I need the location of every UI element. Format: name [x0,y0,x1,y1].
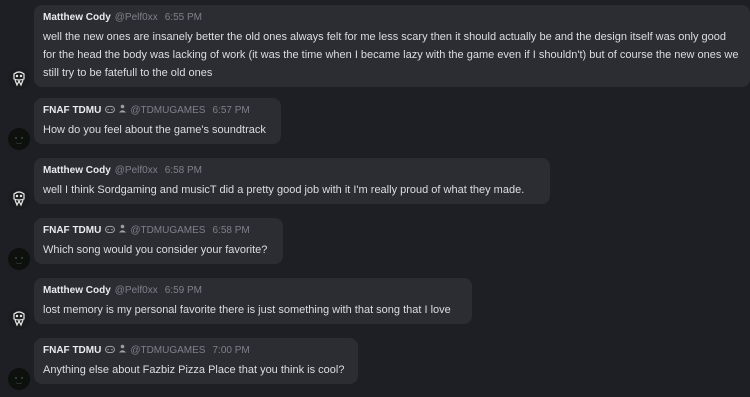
chat-message: FNAF TDMU @TDMUGAMES 7:00 PM Anything el… [0,330,750,397]
dark-animatronic-icon [8,128,30,150]
message-bubble: Matthew Cody @Pelf0xx 6:58 PM well I thi… [34,158,550,204]
bot-badge-icon [118,224,127,237]
avatar[interactable] [8,68,30,90]
timestamp: 6:59 PM [164,285,202,296]
message-text: well I think Sordgaming and musicT did a… [43,184,525,196]
message-header: Matthew Cody @Pelf0xx 6:59 PM [43,284,463,297]
user-handle: @TDMUGAMES [130,105,206,116]
controller-badge-icon [105,344,116,357]
message-header: Matthew Cody @Pelf0xx 6:55 PM [43,11,741,24]
avatar[interactable] [8,128,30,150]
message-text: lost memory is my personal favorite ther… [43,304,451,316]
user-handle: @Pelf0xx [114,285,158,296]
user-handle: @Pelf0xx [114,12,158,23]
username[interactable]: FNAF TDMU [43,224,101,237]
bot-badge-icon [118,104,127,117]
avatar[interactable] [8,368,30,390]
username[interactable]: Matthew Cody [43,284,111,297]
timestamp: 6:58 PM [212,225,250,236]
timestamp: 6:57 PM [212,105,250,116]
message-text: How do you feel about the game's soundtr… [43,124,266,136]
avatar[interactable] [8,248,30,270]
message-bubble: FNAF TDMU @TDMUGAMES 6:57 PM How do you … [34,98,281,144]
user-handle: @TDMUGAMES [130,345,206,356]
message-header: Matthew Cody @Pelf0xx 6:58 PM [43,164,541,177]
controller-badge-icon [105,104,116,117]
skull-doodle-icon [8,308,30,330]
message-text: Anything else about Fazbiz Pizza Place t… [43,364,345,376]
username[interactable]: Matthew Cody [43,164,111,177]
controller-badge-icon [105,224,116,237]
message-bubble: Matthew Cody @Pelf0xx 6:55 PM well the n… [34,5,750,87]
avatar[interactable] [8,308,30,330]
user-handle: @Pelf0xx [114,165,158,176]
chat-transcript: Matthew Cody @Pelf0xx 6:55 PM well the n… [0,0,750,397]
chat-message: FNAF TDMU @TDMUGAMES 6:57 PM How do you … [0,90,750,150]
dark-animatronic-icon [8,248,30,270]
skull-doodle-icon [8,188,30,210]
message-bubble: FNAF TDMU @TDMUGAMES 6:58 PM Which song … [34,218,283,264]
message-text: well the new ones are insanely better th… [43,31,739,79]
message-header: FNAF TDMU @TDMUGAMES 6:57 PM [43,104,272,117]
chat-message: Matthew Cody @Pelf0xx 6:58 PM well I thi… [0,150,750,210]
chat-message: Matthew Cody @Pelf0xx 6:55 PM well the n… [0,0,750,90]
skull-doodle-icon [8,68,30,90]
message-header: FNAF TDMU @TDMUGAMES 7:00 PM [43,344,349,357]
username[interactable]: FNAF TDMU [43,104,101,117]
message-bubble: Matthew Cody @Pelf0xx 6:59 PM lost memor… [34,278,472,324]
dark-animatronic-icon [8,368,30,390]
timestamp: 6:55 PM [164,12,202,23]
timestamp: 6:58 PM [164,165,202,176]
chat-message: Matthew Cody @Pelf0xx 6:59 PM lost memor… [0,270,750,330]
message-header: FNAF TDMU @TDMUGAMES 6:58 PM [43,224,274,237]
user-handle: @TDMUGAMES [130,225,206,236]
username[interactable]: FNAF TDMU [43,344,101,357]
timestamp: 7:00 PM [212,345,250,356]
message-text: Which song would you consider your favor… [43,244,268,256]
bot-badge-icon [118,344,127,357]
username[interactable]: Matthew Cody [43,11,111,24]
avatar[interactable] [8,188,30,210]
message-bubble: FNAF TDMU @TDMUGAMES 7:00 PM Anything el… [34,338,358,384]
chat-message: FNAF TDMU @TDMUGAMES 6:58 PM Which song … [0,210,750,270]
